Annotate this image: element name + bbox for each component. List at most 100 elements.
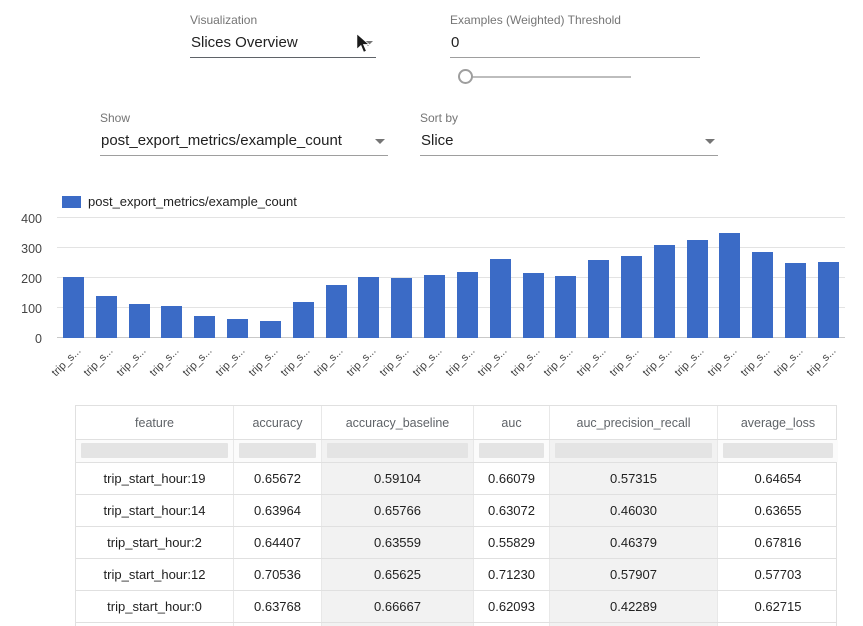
feature-cell: trip_start_hour:12 [76,559,233,590]
chart-bar[interactable] [424,275,445,338]
metric-value-cell: 0.63964 [233,495,321,526]
x-tick-slot: trip_s... [57,341,90,385]
chart-bar[interactable] [785,263,806,338]
x-tick-slot: trip_s... [746,341,779,385]
chart-bar[interactable] [161,306,182,338]
metric-value-cell: 0.66079 [473,463,549,494]
bar-slot [188,218,221,338]
x-tick-slot: trip_s... [517,341,550,385]
table-row: trip_start_hour:120.705360.656250.712300… [76,558,836,590]
bar-slot [451,218,484,338]
x-tick-slot: trip_s... [615,341,648,385]
chart-bar[interactable] [490,259,511,338]
chart-bar[interactable] [818,262,839,338]
x-tick-slot: trip_s... [221,341,254,385]
x-tick-slot: trip_s... [549,341,582,385]
show-metric-select[interactable]: post_export_metrics/example_count [100,129,388,156]
chart-bar[interactable] [391,278,412,338]
filter-cell [473,440,549,462]
chart-bar[interactable] [358,277,379,338]
threshold-slider-track[interactable] [461,76,631,78]
metric-value-cell: 0.46379 [549,527,717,558]
bar-slot [221,218,254,338]
x-tick-slot: trip_s... [123,341,156,385]
x-tick-slot: trip_s... [681,341,714,385]
bar-slot [57,218,90,338]
feature-cell: trip_start_hour:14 [76,495,233,526]
chart-bar[interactable] [752,252,773,338]
legend-label: post_export_metrics/example_count [88,194,297,209]
column-header-feature[interactable]: feature [76,406,233,439]
column-header-auc[interactable]: auc [473,406,549,439]
chart-bar[interactable] [96,296,117,338]
bar-slot [418,218,451,338]
x-tick-slot: trip_s... [188,341,221,385]
column-header-auc_precision_recall[interactable]: auc_precision_recall [549,406,717,439]
column-header-accuracy_baseline[interactable]: accuracy_baseline [321,406,473,439]
x-tick-slot: trip_s... [779,341,812,385]
column-filter-input[interactable] [723,443,833,458]
chart-bar[interactable] [523,273,544,338]
chart-bar[interactable] [326,285,347,338]
filter-cell [549,440,717,462]
y-tick-label: 0 [2,332,42,346]
x-tick-slot: trip_s... [254,341,287,385]
metric-value-cell: 0.57703 [717,559,838,590]
chart-bar[interactable] [588,260,609,338]
table-row: trip_start_hour:00.637680.666670.620930.… [76,590,836,622]
x-tick-slot: trip_s... [812,341,845,385]
chart-bar[interactable] [687,240,708,338]
threshold-input-value: 0 [451,34,459,51]
bar-slot [681,218,714,338]
x-tick-slot: trip_s... [155,341,188,385]
chart-bar[interactable] [194,316,215,338]
chart-bar[interactable] [63,277,84,338]
bar-slot [320,218,353,338]
sort-by-label: Sort by [420,111,458,125]
show-label: Show [100,111,130,125]
feature-cell: trip_start_hour:0 [76,591,233,622]
table-row: trip_start_hour:140.639640.657660.630720… [76,494,836,526]
chevron-down-icon [363,41,373,46]
table-row: trip_start_hour:190.656720.591040.660790… [76,462,836,494]
column-filter-input[interactable] [239,443,316,458]
chart-bar[interactable] [260,321,281,338]
metric-value-cell: 0.64654 [717,463,838,494]
column-filter-input[interactable] [479,443,544,458]
metric-value-cell: 0.63072 [473,495,549,526]
feature-cell: trip_start_hour:2 [76,527,233,558]
chart-bar[interactable] [227,319,248,338]
visualization-select[interactable]: Slices Overview [190,31,376,58]
metric-value-cell: 0.63768 [233,591,321,622]
metrics-table: featureaccuracyaccuracy_baselineaucauc_p… [75,405,837,626]
feature-cell: trip_start_hour:19 [76,463,233,494]
metric-value-cell: 0.57907 [549,559,717,590]
chart-bar[interactable] [719,233,740,338]
metric-value-cell: 0.67816 [717,527,838,558]
chart-bar[interactable] [654,245,675,338]
column-header-accuracy[interactable]: accuracy [233,406,321,439]
bar-slot [812,218,845,338]
column-filter-input[interactable] [81,443,228,458]
threshold-input[interactable]: 0 [450,31,700,58]
x-tick-slot: trip_s... [320,341,353,385]
chart-bar[interactable] [555,276,576,338]
table-row: trip_start_hour:20.644070.635590.558290.… [76,526,836,558]
metric-value-cell: 0.42289 [549,591,717,622]
metric-value-cell: 0.65766 [321,495,473,526]
metric-value-cell: 0.66667 [321,591,473,622]
column-filter-input[interactable] [327,443,468,458]
metric-value-cell: 0.64407 [233,527,321,558]
chart-bar[interactable] [293,302,314,338]
column-filter-input[interactable] [555,443,712,458]
sort-by-select[interactable]: Slice [420,129,718,156]
bar-slot [714,218,747,338]
column-header-average_loss[interactable]: average_loss [717,406,838,439]
threshold-slider-thumb[interactable] [458,69,473,84]
chart-bar[interactable] [129,304,150,338]
x-tick-slot: trip_s... [648,341,681,385]
chart-bar[interactable] [621,256,642,338]
metric-value-cell: 0.65625 [321,559,473,590]
chart-bar[interactable] [457,272,478,338]
y-tick-label: 100 [2,302,42,316]
